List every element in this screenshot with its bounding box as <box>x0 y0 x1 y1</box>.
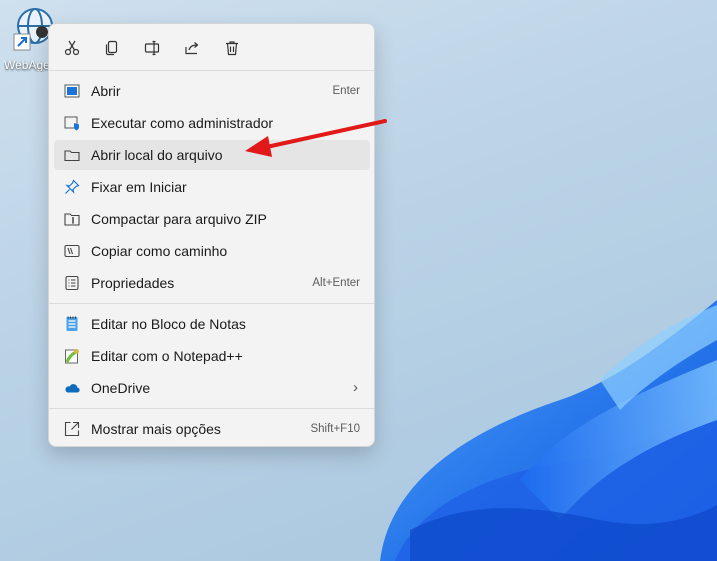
zip-icon <box>64 213 80 226</box>
open-icon <box>64 84 80 98</box>
folder-icon <box>64 150 80 162</box>
context-menu: Abrir Enter Executar como administrador … <box>48 23 375 447</box>
separator <box>49 70 374 71</box>
copy-path-icon <box>64 244 80 258</box>
desktop-icon-label: WebAgent <box>4 58 52 72</box>
menu-item-edit-notepad[interactable]: Editar no Bloco de Notas <box>54 309 370 339</box>
properties-icon <box>65 275 79 291</box>
notepadplusplus-icon <box>65 349 79 364</box>
rename-icon <box>144 40 160 56</box>
onedrive-icon <box>65 384 80 393</box>
menu-item-show-more-options[interactable]: Mostrar mais opções Shift+F10 <box>54 414 370 444</box>
cut-icon <box>64 40 80 56</box>
run-as-admin-icon <box>64 116 79 131</box>
share-button[interactable] <box>177 34 207 62</box>
context-toolbar <box>49 24 374 70</box>
notepad-icon <box>66 316 78 331</box>
rename-button[interactable] <box>137 34 167 62</box>
menu-item-onedrive[interactable]: OneDrive › <box>54 373 370 403</box>
copy-button[interactable] <box>97 34 127 62</box>
menu-item-abrir[interactable]: Abrir Enter <box>54 76 370 106</box>
separator <box>49 408 374 409</box>
cut-button[interactable] <box>57 34 87 62</box>
more-options-icon <box>64 421 80 437</box>
menu-item-copy-as-path[interactable]: Copiar como caminho <box>54 236 370 266</box>
menu-item-properties[interactable]: Propriedades Alt+Enter <box>54 268 370 298</box>
copy-icon <box>105 40 118 56</box>
menu-item-pin-to-start[interactable]: Fixar em Iniciar <box>54 172 370 202</box>
menu-item-run-as-admin[interactable]: Executar como administrador <box>54 108 370 138</box>
separator <box>49 303 374 304</box>
menu-item-compress-zip[interactable]: Compactar para arquivo ZIP <box>54 204 370 234</box>
pin-icon <box>65 179 80 194</box>
menu-item-edit-notepadpp[interactable]: Editar com o Notepad++ <box>54 341 370 371</box>
delete-button[interactable] <box>217 34 247 62</box>
share-icon <box>185 42 199 55</box>
delete-icon <box>226 41 238 56</box>
chevron-right-icon: › <box>353 379 358 396</box>
menu-item-open-file-location[interactable]: Abrir local do arquivo <box>54 140 370 170</box>
